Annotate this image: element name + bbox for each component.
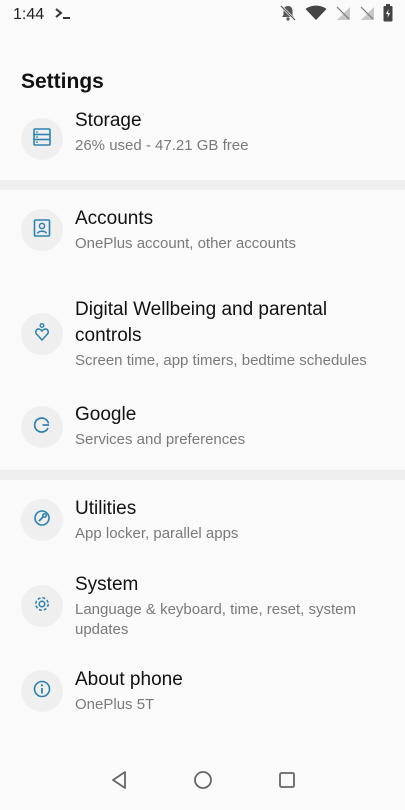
status-bar: 1:44 <box>0 0 405 30</box>
system-icon-container <box>21 585 63 627</box>
settings-item-accounts[interactable]: Accounts OnePlus account, other accounts <box>0 190 405 270</box>
back-icon <box>110 770 128 795</box>
settings-item-google[interactable]: Google Services and preferences <box>0 398 405 470</box>
section-divider <box>0 470 405 480</box>
storage-icon-container <box>21 118 63 160</box>
utilities-icon-container <box>21 499 63 541</box>
no-sim-icon <box>359 5 375 26</box>
digital-wellbeing-title: Digital Wellbeing and parental controls <box>75 299 328 346</box>
utilities-subtitle: App locker, parallel apps <box>75 525 239 542</box>
status-time: 1:44 <box>13 6 45 23</box>
page-title: Settings <box>21 70 104 93</box>
digital-wellbeing-icon <box>32 322 52 347</box>
recents-icon <box>278 771 296 794</box>
info-icon <box>32 679 52 704</box>
google-title: Google <box>75 404 137 425</box>
google-subtitle: Services and preferences <box>75 431 246 448</box>
notifications-off-icon <box>279 4 297 27</box>
accounts-subtitle: OnePlus account, other accounts <box>75 235 296 252</box>
digital-wellbeing-icon-container <box>21 313 63 355</box>
wifi-icon <box>305 5 327 26</box>
battery-icon <box>383 3 393 27</box>
about-phone-subtitle: OnePlus 5T <box>75 696 155 713</box>
settings-item-system[interactable]: System Language & keyboard, time, reset,… <box>0 560 405 652</box>
accounts-icon-container <box>21 209 63 251</box>
no-sim-icon <box>335 5 351 26</box>
system-title: System <box>75 574 139 595</box>
info-icon-container <box>21 670 63 712</box>
system-icon <box>32 594 52 619</box>
utilities-icon <box>32 508 52 533</box>
settings-item-about-phone[interactable]: About phone OnePlus 5T <box>0 652 405 730</box>
terminal-icon <box>54 6 72 25</box>
settings-item-storage[interactable]: Storage 26% used - 47.21 GB free <box>0 110 405 180</box>
home-button[interactable] <box>192 770 214 795</box>
google-icon <box>32 415 52 440</box>
settings-item-digital-wellbeing[interactable]: Digital Wellbeing and parental controls … <box>0 270 405 398</box>
storage-subtitle: 26% used - 47.21 GB free <box>75 137 249 154</box>
accounts-icon <box>32 218 52 243</box>
about-phone-title: About phone <box>75 669 183 690</box>
home-icon <box>193 770 213 795</box>
accounts-title: Accounts <box>75 208 154 229</box>
recents-button[interactable] <box>276 771 298 793</box>
navigation-bar <box>0 754 405 810</box>
storage-title: Storage <box>75 110 142 131</box>
section-divider <box>0 180 405 190</box>
back-button[interactable] <box>108 770 130 795</box>
settings-list: Storage 26% used - 47.21 GB free Account… <box>0 110 405 730</box>
google-icon-container <box>21 406 63 448</box>
system-subtitle: Language & keyboard, time, reset, system… <box>75 601 356 638</box>
utilities-title: Utilities <box>75 498 137 519</box>
storage-icon <box>32 127 52 152</box>
settings-item-utilities[interactable]: Utilities App locker, parallel apps <box>0 480 405 560</box>
digital-wellbeing-subtitle: Screen time, app timers, bedtime schedul… <box>75 352 367 369</box>
